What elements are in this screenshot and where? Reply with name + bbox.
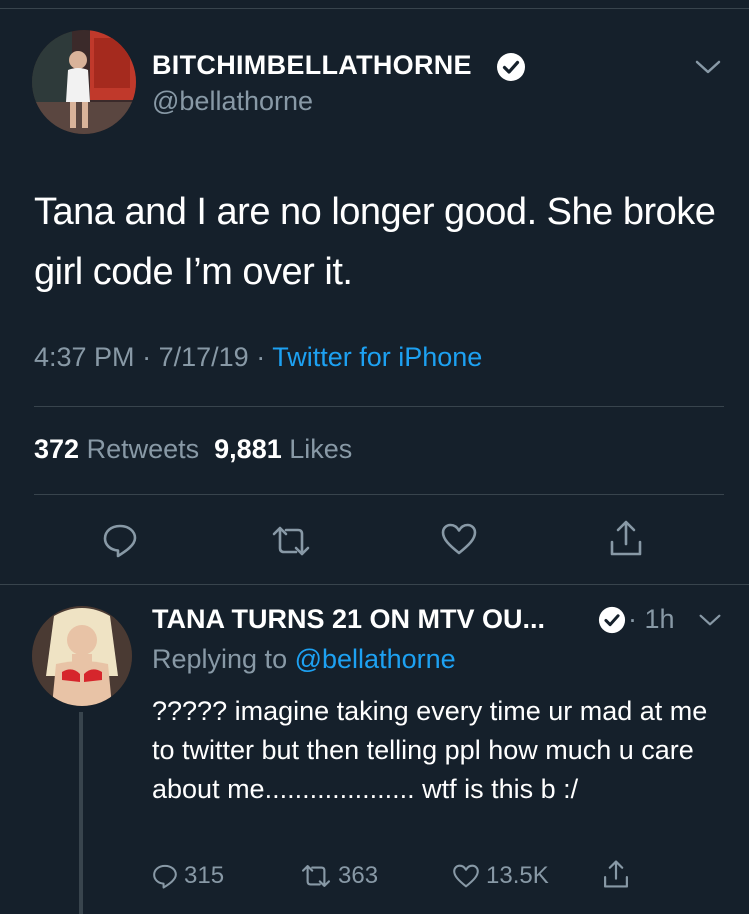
reply-action[interactable]: 315 (152, 862, 224, 890)
author-handle[interactable]: @bellathorne (152, 86, 313, 117)
tweet-stats: 372 Retweets 9,881 Likes (34, 434, 352, 465)
reply-time: · 1h (628, 604, 675, 634)
tweet-source-link[interactable]: Twitter for iPhone (272, 342, 482, 372)
chevron-down-icon[interactable] (698, 612, 722, 628)
like-action[interactable]: 13.5K (452, 862, 549, 890)
tweet-meta: 4:37 PM · 7/17/19 · Twitter for iPhone (34, 342, 482, 373)
reply-reply-count: 315 (184, 862, 225, 889)
author-avatar[interactable] (32, 30, 136, 134)
divider (34, 494, 724, 495)
author-display-name[interactable]: BITCHIMBELLATHORNE (152, 50, 472, 81)
reply-text: ????? imagine taking every time ur mad a… (152, 696, 708, 804)
chevron-down-icon[interactable] (694, 58, 722, 76)
tweet-text: Tana and I are no longer good. She broke… (34, 191, 716, 293)
like-icon[interactable] (440, 522, 478, 556)
top-divider (0, 8, 749, 9)
reply-retweet-count: 363 (338, 862, 379, 889)
replying-to: Replying to @bellathorne (152, 644, 456, 675)
share-icon[interactable] (602, 858, 630, 890)
tweet-time: 4:37 PM (34, 342, 135, 372)
reply-author-avatar[interactable] (32, 606, 132, 706)
thread-line (79, 712, 83, 914)
reply-display-name[interactable]: TANA TURNS 21 ON MTV OU... (152, 604, 545, 635)
reply-icon[interactable] (102, 522, 138, 558)
retweet-icon (301, 865, 331, 887)
divider (0, 584, 749, 585)
verified-badge-icon (598, 606, 626, 634)
like-label[interactable]: Likes (289, 434, 352, 464)
like-icon (453, 864, 479, 888)
reply-icon (153, 864, 177, 889)
retweet-label[interactable]: Retweets (87, 434, 200, 464)
tweet-date: 7/17/19 (158, 342, 249, 372)
meta-separator: · (142, 342, 159, 372)
meta-separator: · (256, 342, 273, 372)
verified-badge-icon (497, 53, 525, 81)
replying-handle-link[interactable]: @bellathorne (295, 644, 456, 674)
replying-prefix: Replying to (152, 644, 288, 674)
retweet-count[interactable]: 372 (34, 434, 79, 464)
reply-like-count: 13.5K (486, 862, 549, 889)
retweet-action[interactable]: 363 (300, 862, 378, 890)
reply-time-value: 1h (644, 604, 675, 634)
retweet-icon[interactable] (270, 524, 312, 558)
share-icon[interactable] (608, 518, 644, 558)
like-count[interactable]: 9,881 (214, 434, 282, 464)
divider (34, 406, 724, 407)
